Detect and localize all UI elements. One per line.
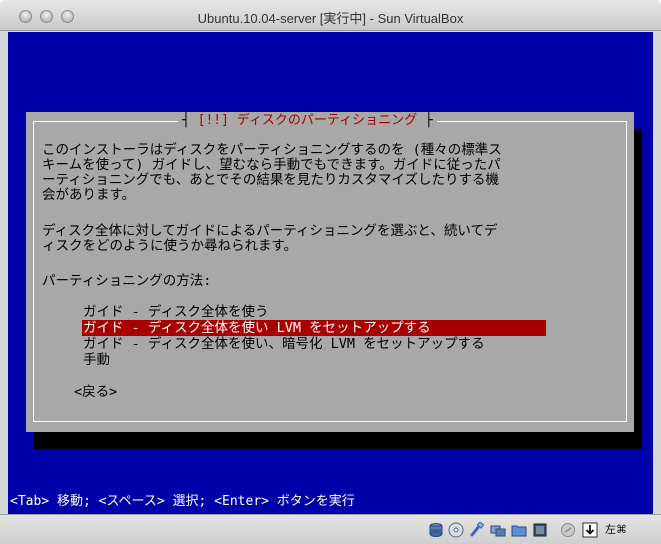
intro-text-line: 会があります。 [42, 187, 136, 203]
window-title: Ubuntu.10.04-server [実行中] - Sun VirtualB… [197, 11, 464, 26]
shared-folder-icon[interactable] [511, 522, 527, 538]
partition-dialog: ┤ [!!] ディスクのパーティショニング ├ このインストーラはディスクをパー… [26, 112, 634, 432]
intro-text-line: このインストーラはディスクをパーティショニングするのを (種々の標準ス [42, 142, 502, 158]
intro-text-line: キームを使って) ガイドし、望むなら手動でもできます。ガイドに従ったパ [42, 157, 501, 173]
keyboard-hint-bar: <Tab> 移動; <スペース> 選択; <Enter> ボタンを実行 [10, 494, 355, 509]
title-bracket-right: ├ [417, 113, 433, 128]
vm-status-bar: 左⌘ [0, 514, 661, 544]
usb-icon[interactable] [468, 522, 484, 538]
host-key-label: 左⌘ [605, 523, 627, 536]
option-manual[interactable]: 手動 [82, 352, 546, 368]
back-button[interactable]: <戻る> [74, 384, 117, 400]
hostkey-arrow-icon[interactable] [582, 522, 598, 538]
title-bracket-left: ┤ [182, 113, 198, 128]
mouse-integration-icon[interactable] [560, 522, 576, 538]
option-guided-entire-disk[interactable]: ガイド - ディスク全体を使う [82, 304, 546, 320]
hard-disk-icon[interactable] [428, 522, 444, 538]
guide-text-line: ディスク全体に対してガイドによるパーティショニングを選ぶと、続いてデ [42, 223, 498, 239]
vm-screen[interactable]: ┤ [!!] ディスクのパーティショニング ├ このインストーラはディスクをパー… [8, 32, 653, 514]
virtualbox-window: Ubuntu.10.04-server [実行中] - Sun VirtualB… [0, 0, 661, 544]
optical-disc-icon[interactable] [448, 522, 464, 538]
dialog-title: ┤ [!!] ディスクのパーティショニング ├ [178, 112, 437, 130]
guide-text-line: ィスクをどのように使うか尋ねられます。 [42, 238, 298, 254]
option-guided-lvm[interactable]: ガイド - ディスク全体を使い LVM をセットアップする [82, 320, 546, 336]
method-label: パーティショニングの方法: [42, 273, 212, 289]
option-guided-encrypted-lvm[interactable]: ガイド - ディスク全体を使い、暗号化 LVM をセットアップする [82, 336, 546, 352]
window-titlebar[interactable]: Ubuntu.10.04-server [実行中] - Sun VirtualB… [0, 0, 661, 31]
dialog-title-text: [!!] ディスクのパーティショニング [197, 113, 418, 128]
intro-text-line: ーティショニングでも、あとでその結果を見たりカスタマイズしたりする機 [42, 172, 499, 188]
network-icon[interactable] [490, 522, 506, 538]
capture-icon[interactable] [532, 522, 548, 538]
partition-method-menu: ガイド - ディスク全体を使う ガイド - ディスク全体を使い LVM をセット… [82, 304, 546, 368]
